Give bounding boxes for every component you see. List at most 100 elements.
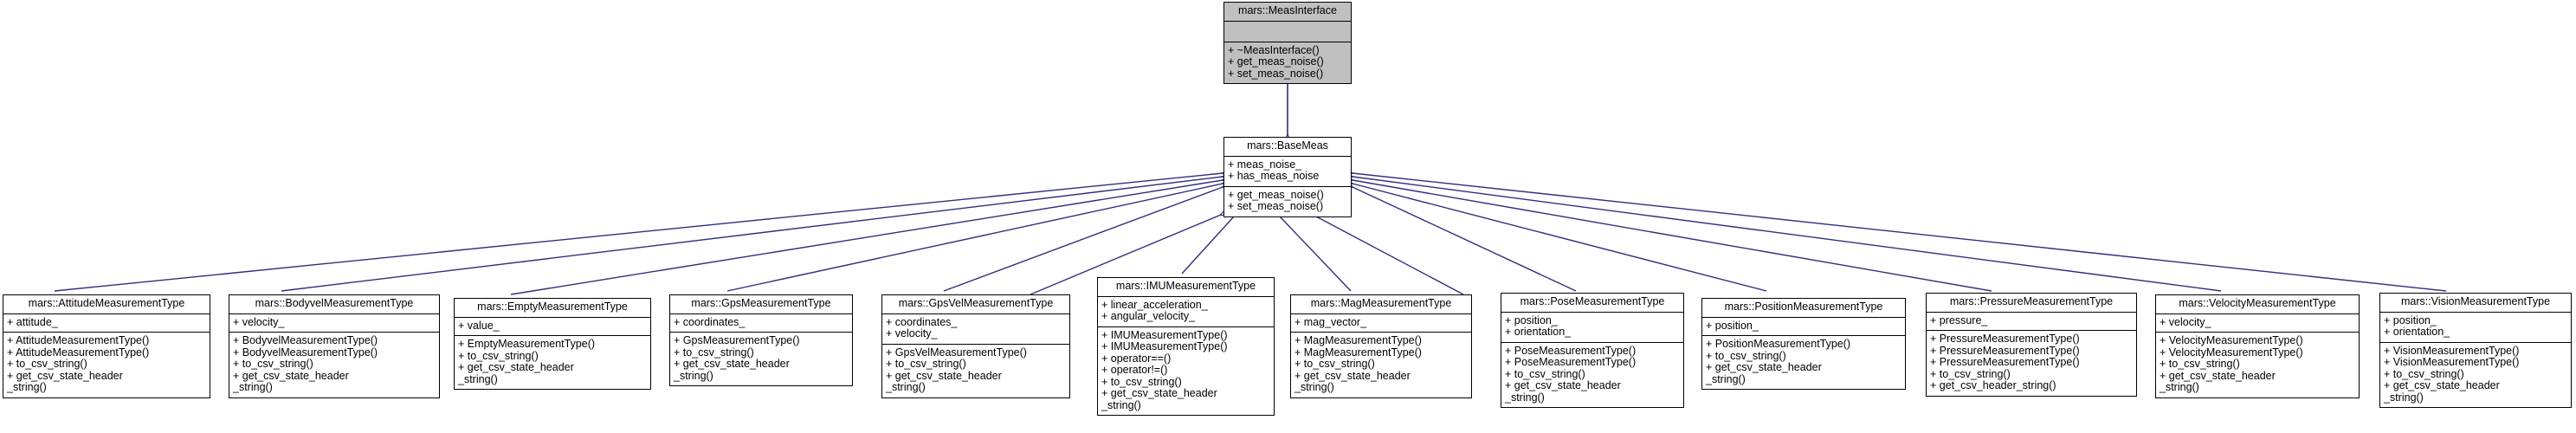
operation-row: + IMUMeasurementType()	[1101, 328, 1228, 341]
class-title: mars::VelocityMeasurementType	[2156, 295, 2359, 314]
operation-row: + to_csv_string()	[1706, 349, 1786, 362]
operation-row: + set_meas_noise()	[1228, 67, 1324, 80]
uml-class-imu-measurement-type[interactable]: mars::IMUMeasurementType + linear_accele…	[1097, 277, 1275, 416]
class-operations-compartment: + PositionMeasurementType() + to_csv_str…	[1702, 336, 1905, 389]
class-attributes-compartment: + position_ + orientation_	[2380, 313, 2571, 343]
class-attributes-compartment: + coordinates_ + velocity_	[882, 314, 1069, 345]
uml-class-attitude-measurement-type[interactable]: mars::AttitudeMeasurementType + attitude…	[3, 294, 210, 398]
class-operations-compartment: + GpsVelMeasurementType() + to_csv_strin…	[882, 345, 1069, 397]
uml-class-mag-measurement-type[interactable]: mars::MagMeasurementType + mag_vector_ +…	[1290, 294, 1472, 398]
class-title: mars::GpsMeasurementType	[670, 295, 852, 314]
class-title: mars::PositionMeasurementType	[1702, 299, 1905, 318]
class-operations-compartment: + IMUMeasurementType() + IMUMeasurementT…	[1098, 327, 1274, 416]
attribute-row: + value_	[458, 319, 500, 332]
uml-class-base-meas[interactable]: mars::BaseMeas + meas_noise_ + has_meas_…	[1223, 137, 1352, 217]
class-attributes-compartment: + mag_vector_	[1291, 314, 1471, 333]
operation-row-cont: _string()	[886, 381, 926, 393]
attribute-row: + coordinates_	[886, 315, 958, 328]
uml-class-vision-measurement-type[interactable]: mars::VisionMeasurementType + position_ …	[2379, 293, 2572, 408]
attribute-row: + position_	[2384, 313, 2437, 326]
attribute-row: + attitude_	[7, 315, 58, 328]
operation-row-cont: _string()	[2160, 381, 2199, 393]
class-operations-compartment: + BodyvelMeasurementType() + BodyvelMeas…	[229, 333, 439, 397]
class-attributes-compartment: + position_ + orientation_	[1501, 313, 1683, 343]
operation-row: + to_csv_string()	[1930, 367, 2011, 380]
class-title: mars::MagMeasurementType	[1291, 295, 1471, 314]
class-title: mars::VisionMeasurementType	[2380, 294, 2571, 313]
class-attributes-compartment: + velocity_	[229, 314, 439, 333]
uml-class-diagram: mars::MeasInterface + ~MeasInterface() +…	[0, 0, 2576, 433]
attribute-row: + angular_velocity_	[1101, 310, 1196, 322]
operation-row: + VelocityMeasurementType()	[2160, 334, 2303, 346]
operation-row-cont: _string()	[458, 372, 498, 385]
attribute-row: + position_	[1505, 313, 1558, 326]
operation-row-cont: _string()	[1294, 381, 1334, 393]
operation-row: + IMUMeasurementType()	[1101, 340, 1228, 352]
operation-row: + to_csv_string()	[7, 358, 87, 370]
class-attributes-compartment: + attitude_	[3, 314, 210, 333]
operation-row: + get_csv_state_header	[886, 369, 1002, 382]
empty-attributes	[1228, 24, 1347, 38]
attribute-row: + meas_noise_	[1228, 158, 1302, 171]
operation-row-cont: _string()	[674, 369, 713, 382]
operation-row: + to_csv_string()	[458, 349, 539, 362]
operation-row: + set_meas_noise()	[1228, 200, 1324, 212]
class-attributes-compartment: + value_	[455, 318, 650, 336]
attribute-row: + coordinates_	[674, 315, 746, 328]
uml-class-velocity-measurement-type[interactable]: mars::VelocityMeasurementType + velocity…	[2155, 294, 2360, 398]
class-operations-compartment: + get_meas_noise() + set_meas_noise()	[1224, 187, 1351, 216]
operation-row: + EmptyMeasurementType()	[458, 338, 596, 350]
class-title: mars::PressureMeasurementType	[1927, 294, 2136, 313]
uml-class-pose-measurement-type[interactable]: mars::PoseMeasurementType + position_ + …	[1501, 293, 1684, 408]
class-title: mars::GpsVelMeasurementType	[882, 295, 1069, 314]
class-attributes-compartment: + linear_acceleration_ + angular_velocit…	[1098, 297, 1274, 327]
class-operations-compartment: + PoseMeasurementType() + PoseMeasuremen…	[1501, 343, 1683, 408]
operation-row: + get_csv_state_header	[458, 361, 574, 373]
uml-class-empty-measurement-type[interactable]: mars::EmptyMeasurementType + value_ + Em…	[454, 298, 651, 390]
uml-class-gpsvel-measurement-type[interactable]: mars::GpsVelMeasurementType + coordinate…	[881, 294, 1070, 398]
class-operations-compartment: + PressureMeasurementType() + PressureMe…	[1927, 331, 2136, 396]
operation-row: + PressureMeasurementType()	[1930, 356, 2080, 368]
operation-row: + VelocityMeasurementType()	[2160, 346, 2303, 359]
operation-row: + get_meas_noise()	[1228, 188, 1324, 201]
class-attributes-compartment: + pressure_	[1927, 313, 2136, 331]
operation-row-cont: _string()	[7, 381, 47, 393]
operation-row: + get_csv_state_header	[1505, 379, 1621, 391]
operation-row: + to_csv_string()	[2384, 367, 2464, 380]
class-attributes-compartment: + meas_noise_ + has_meas_noise	[1224, 157, 1351, 187]
uml-class-gps-measurement-type[interactable]: mars::GpsMeasurementType + coordinates_ …	[669, 294, 853, 386]
operation-row: + VisionMeasurementType()	[2384, 356, 2520, 368]
attribute-row: + linear_acceleration_	[1101, 298, 1208, 311]
uml-class-pressure-measurement-type[interactable]: mars::PressureMeasurementType + pressure…	[1926, 293, 2137, 397]
class-title: mars::BodyvelMeasurementType	[229, 295, 439, 314]
attribute-row: + orientation_	[1505, 326, 1572, 338]
class-attributes-compartment: + position_	[1702, 318, 1905, 336]
operation-row: + PoseMeasurementType()	[1505, 356, 1637, 368]
operation-row-cont: _string()	[1706, 372, 1746, 385]
uml-class-meas-interface[interactable]: mars::MeasInterface + ~MeasInterface() +…	[1223, 2, 1352, 84]
uml-class-bodyvel-measurement-type[interactable]: mars::BodyvelMeasurementType + velocity_…	[229, 294, 440, 398]
operation-row: + AttitudeMeasurementType()	[7, 346, 150, 359]
operation-row: + get_meas_noise()	[1228, 55, 1324, 68]
class-title: mars::IMUMeasurementType	[1098, 278, 1274, 297]
operation-row: + get_csv_state_header	[2384, 379, 2500, 391]
attribute-row: + velocity_	[886, 327, 938, 339]
operation-row: + get_csv_state_header	[674, 358, 790, 370]
operation-row-cont: _string()	[233, 381, 273, 393]
operation-row: + get_csv_state_header	[1101, 387, 1217, 399]
operation-row: + get_csv_state_header	[233, 369, 349, 382]
operation-row: + to_csv_string()	[2160, 358, 2240, 370]
class-operations-compartment: + EmptyMeasurementType() + to_csv_string…	[455, 336, 650, 389]
uml-class-position-measurement-type[interactable]: mars::PositionMeasurementType + position…	[1701, 298, 1906, 390]
operation-row: + to_csv_string()	[674, 346, 754, 359]
operation-row-cont: _string()	[1101, 398, 1141, 411]
operation-row: + GpsVelMeasurementType()	[886, 346, 1027, 359]
operation-row: + operator==()	[1101, 352, 1172, 365]
operation-row-cont: _string()	[1505, 391, 1545, 404]
operation-row: + get_csv_state_header	[7, 369, 123, 382]
operation-row: + PositionMeasurementType()	[1706, 338, 1851, 350]
class-operations-compartment: + ~MeasInterface() + get_meas_noise() + …	[1224, 42, 1351, 84]
class-operations-compartment: + GpsMeasurementType() + to_csv_string()…	[670, 333, 852, 385]
class-title: mars::EmptyMeasurementType	[455, 299, 650, 318]
attribute-row: + has_meas_noise	[1228, 170, 1320, 182]
